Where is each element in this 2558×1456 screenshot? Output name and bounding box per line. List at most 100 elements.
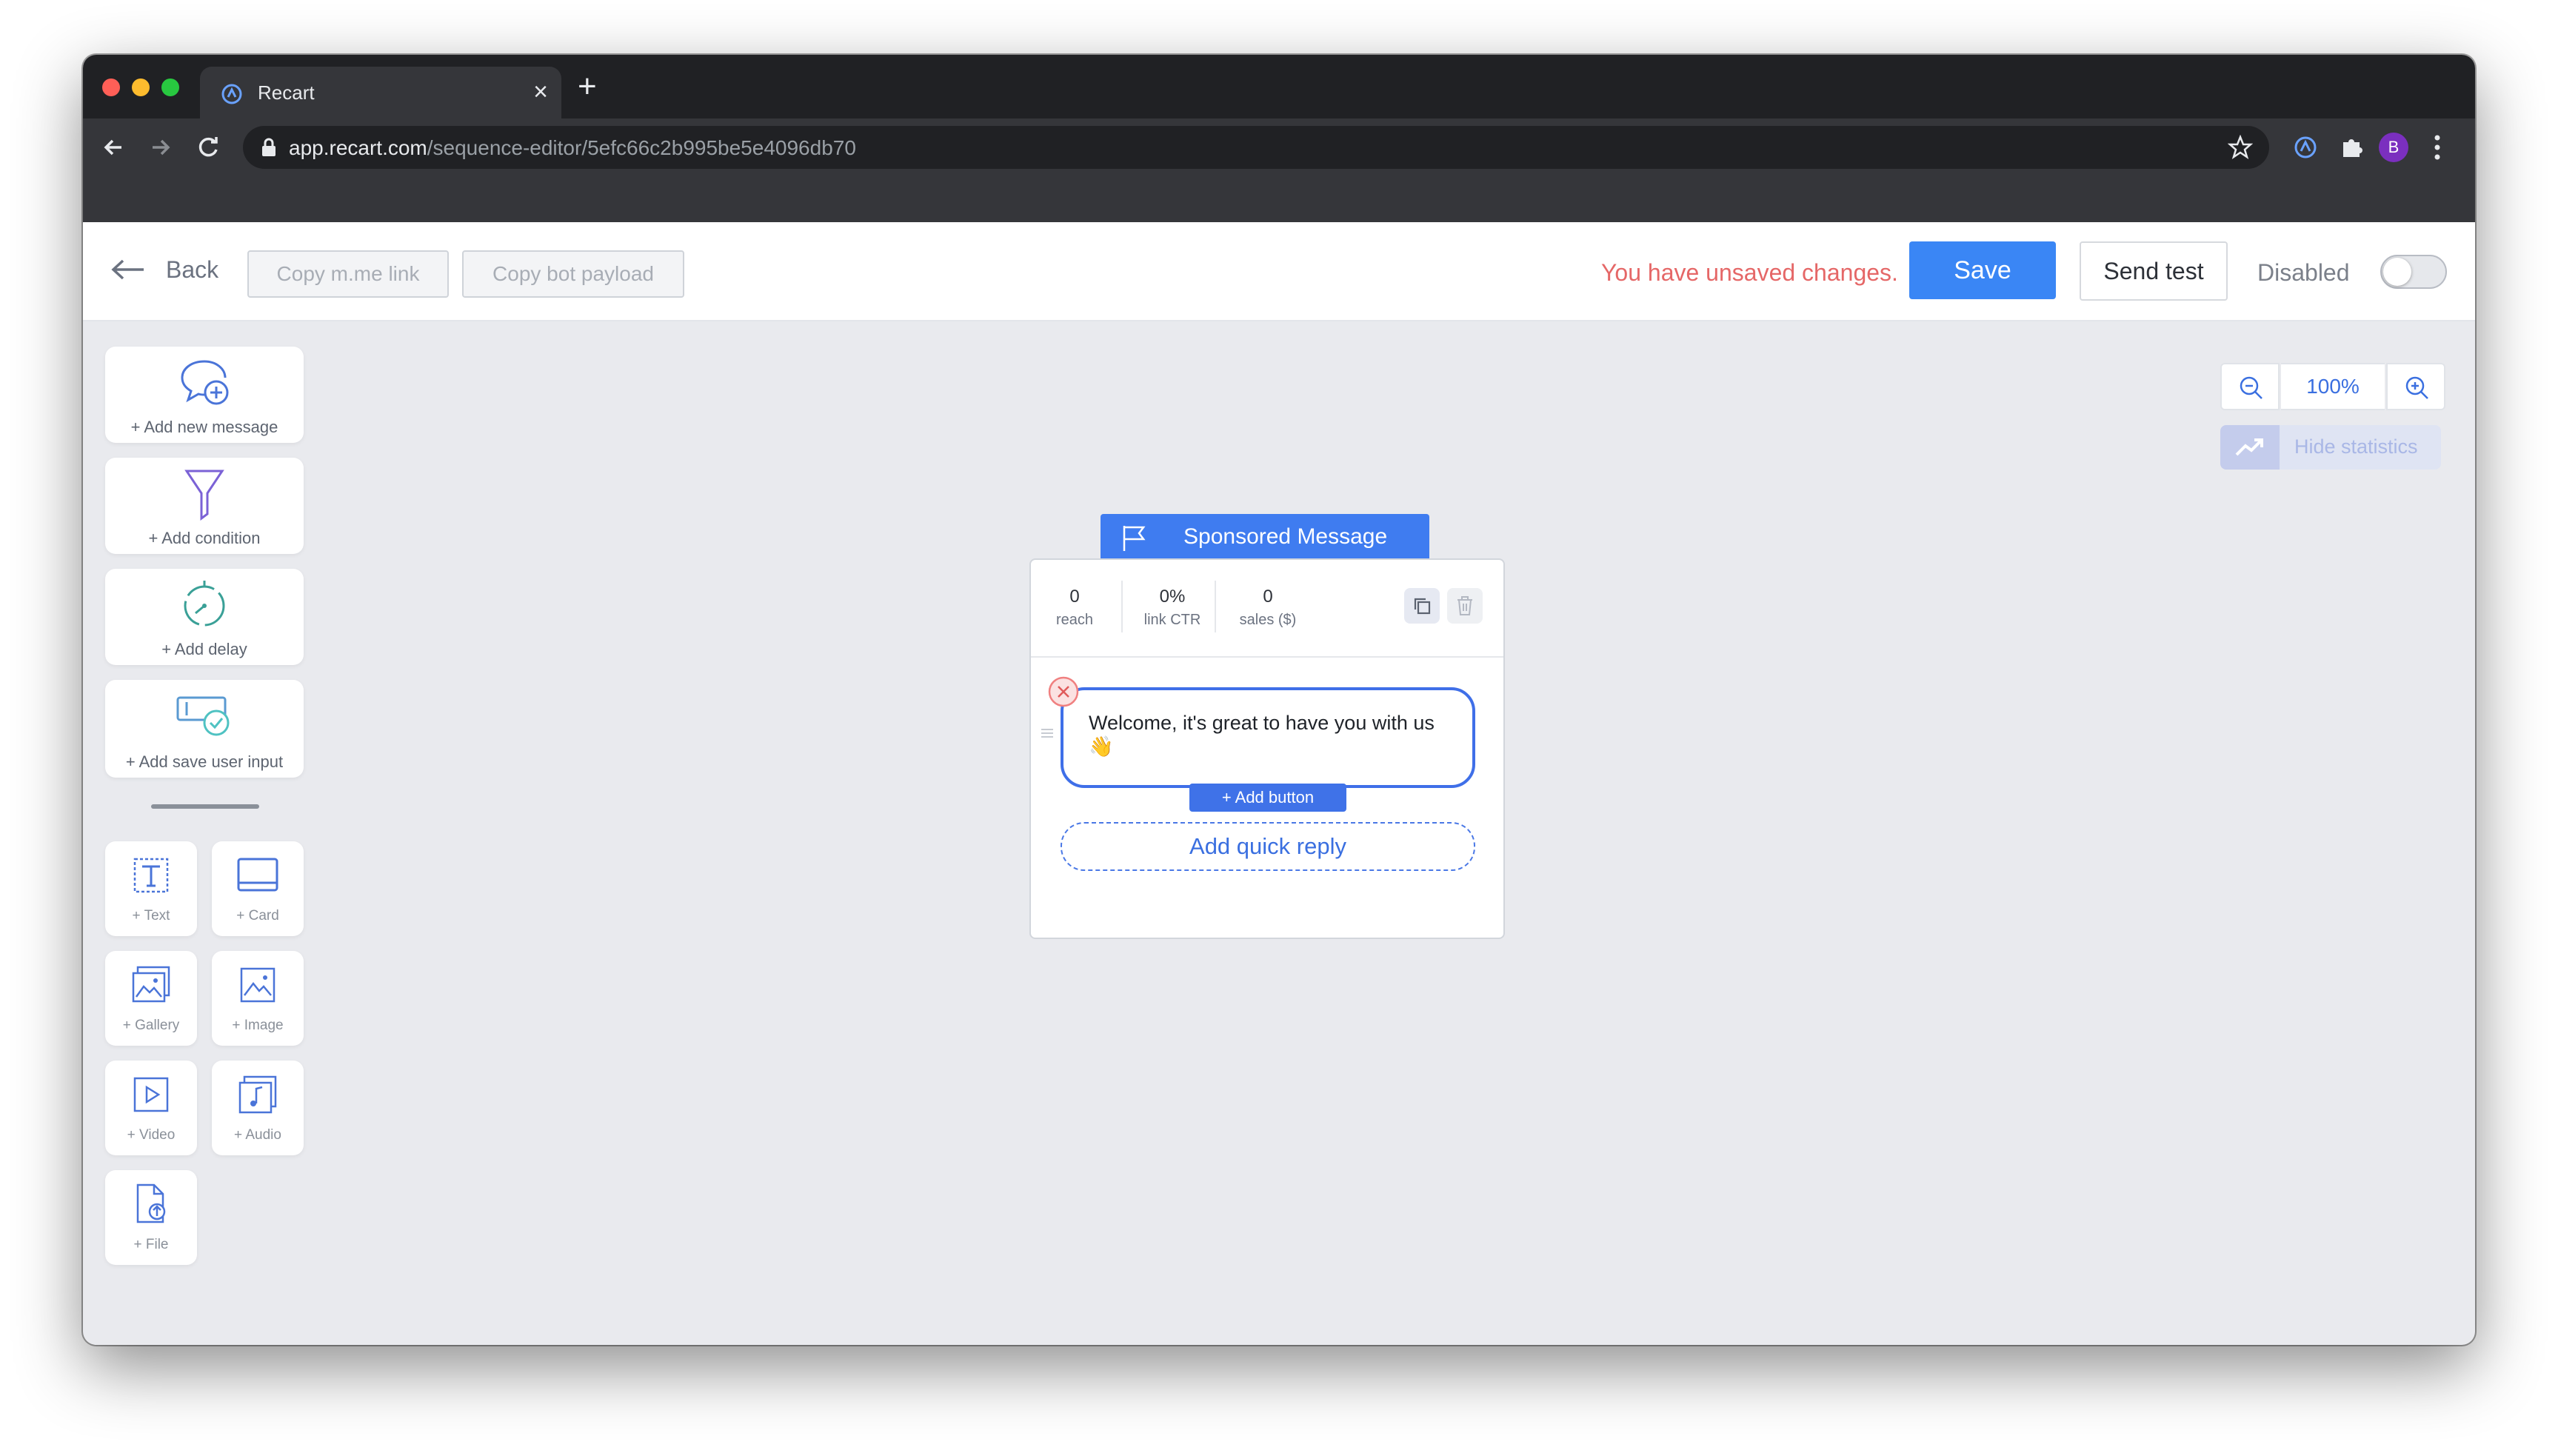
minimize-window-button[interactable] <box>132 79 150 96</box>
add-audio-button[interactable]: + Audio <box>212 1061 304 1155</box>
stat-link-ctr: 0% link CTR <box>1132 587 1213 629</box>
stat-sales-label: sales ($) <box>1239 612 1297 628</box>
add-condition-button[interactable]: + Add condition <box>105 458 304 554</box>
card-icon <box>237 858 278 892</box>
add-save-user-input-button[interactable]: + Add save user input <box>105 680 304 778</box>
copy-icon <box>1414 598 1431 615</box>
drag-handle-icon[interactable] <box>1040 727 1055 739</box>
close-window-button[interactable] <box>102 79 120 96</box>
browser-menu-icon[interactable] <box>2432 132 2442 163</box>
recart-favicon-icon <box>221 84 242 104</box>
url-path: /sequence-editor/5efc66c2b995be5e4096db7… <box>427 136 856 159</box>
zoom-out-button[interactable] <box>2220 363 2280 410</box>
message-card: 0 reach 0% link CTR 0 sales ($) Welcome,… <box>1029 558 1505 939</box>
message-card-header[interactable]: Sponsored Message <box>1101 514 1429 563</box>
stat-sales: 0 sales ($) <box>1223 587 1312 629</box>
maximize-window-button[interactable] <box>161 79 179 96</box>
send-test-button[interactable]: Send test <box>2080 241 2228 301</box>
status-label: Disabled <box>2257 259 2350 286</box>
zoom-level: 100% <box>2281 363 2385 410</box>
message-text-bubble[interactable]: Welcome, it's great to have you with us … <box>1061 687 1475 788</box>
remove-message-icon[interactable] <box>1047 675 1080 708</box>
stat-link-ctr-value: 0% <box>1159 587 1186 607</box>
recart-extension-icon[interactable] <box>2291 133 2320 161</box>
add-delay-label: + Add delay <box>161 640 247 658</box>
card-divider <box>1031 656 1503 658</box>
add-text-button[interactable]: + Text <box>105 841 197 936</box>
chat-plus-icon <box>181 360 229 405</box>
add-image-button[interactable]: + Image <box>212 951 304 1046</box>
stat-reach: 0 reach <box>1050 587 1099 629</box>
hide-statistics-label: Hide statistics <box>2294 435 2418 458</box>
profile-avatar[interactable]: B <box>2379 133 2408 162</box>
zoom-in-button[interactable] <box>2386 363 2445 410</box>
bookmark-star-icon[interactable] <box>2228 135 2253 160</box>
add-condition-label: + Add condition <box>148 529 261 547</box>
add-file-label: + File <box>133 1237 169 1252</box>
zoom-controls: 100% <box>2220 363 2445 410</box>
text-icon <box>133 858 169 893</box>
extensions-puzzle-icon[interactable] <box>2337 133 2365 161</box>
input-check-icon <box>176 696 230 736</box>
add-file-button[interactable]: + File <box>105 1170 197 1265</box>
timer-icon <box>184 581 225 627</box>
back-label: Back <box>166 256 219 283</box>
add-gallery-button[interactable]: + Gallery <box>105 951 197 1046</box>
url-text: app.recart.com/sequence-editor/5efc66c2b… <box>289 136 856 160</box>
url-host: app.recart.com <box>289 136 427 159</box>
tab-title: Recart <box>258 81 315 104</box>
back-arrow-icon[interactable] <box>99 133 127 161</box>
delete-button[interactable] <box>1447 588 1483 624</box>
zoom-in-icon <box>2405 376 2428 399</box>
funnel-icon <box>184 470 224 521</box>
stat-separator <box>1215 581 1216 632</box>
add-delay-button[interactable]: + Add delay <box>105 569 304 665</box>
file-upload-icon <box>136 1183 166 1223</box>
audio-icon <box>238 1075 277 1114</box>
gallery-icon <box>132 966 170 1003</box>
lock-icon <box>262 138 275 156</box>
enable-toggle[interactable] <box>2380 255 2447 289</box>
zoom-out-icon <box>2240 376 2263 399</box>
stat-reach-label: reach <box>1055 612 1094 628</box>
forward-arrow-icon[interactable] <box>147 133 175 161</box>
message-card-title: Sponsored Message <box>1183 524 1388 549</box>
browser-tab[interactable]: Recart × <box>200 67 561 118</box>
stat-link-ctr-label: link CTR <box>1143 612 1201 628</box>
add-new-message-button[interactable]: + Add new message <box>105 347 304 443</box>
save-button[interactable]: Save <box>1909 241 2056 299</box>
stat-reach-value: 0 <box>1069 587 1080 607</box>
new-tab-button[interactable]: + <box>578 70 597 104</box>
add-save-user-input-label: + Add save user input <box>125 752 284 771</box>
message-text[interactable]: Welcome, it's great to have you with us … <box>1089 711 1452 758</box>
copy-mme-link-button[interactable]: Copy m.me link <box>247 250 449 298</box>
video-icon <box>133 1077 169 1112</box>
add-image-label: + Image <box>232 1018 284 1033</box>
duplicate-button[interactable] <box>1404 588 1440 624</box>
add-text-label: + Text <box>132 908 170 924</box>
browser-window: Recart × + app.recart.com/sequence-edito… <box>83 55 2475 1345</box>
flag-icon <box>1123 526 1146 551</box>
copy-bot-payload-button[interactable]: Copy bot payload <box>462 250 684 298</box>
tab-close-icon[interactable]: × <box>533 77 548 107</box>
add-button-button[interactable]: + Add button <box>1189 784 1346 812</box>
add-quick-reply-button[interactable]: Add quick reply <box>1061 822 1475 871</box>
add-audio-label: + Audio <box>234 1127 281 1143</box>
bookmarks-bar <box>83 176 2475 222</box>
palette-divider <box>151 804 259 809</box>
toggle-knob <box>2383 258 2411 286</box>
browser-tab-bar: Recart × + <box>83 55 2475 118</box>
hide-statistics-button[interactable]: Hide statistics <box>2220 425 2441 470</box>
stat-separator <box>1121 581 1123 632</box>
back-arrow-icon <box>111 259 144 280</box>
browser-toolbar: app.recart.com/sequence-editor/5efc66c2b… <box>83 118 2475 176</box>
address-bar[interactable]: app.recart.com/sequence-editor/5efc66c2b… <box>243 126 2269 169</box>
editor-header: Back Copy m.me link Copy bot payload You… <box>83 222 2475 321</box>
trash-icon <box>1457 596 1472 615</box>
add-card-button[interactable]: + Card <box>212 841 304 936</box>
reload-icon[interactable] <box>194 133 222 161</box>
trend-up-icon <box>2220 425 2280 470</box>
add-video-label: + Video <box>127 1127 176 1143</box>
add-gallery-label: + Gallery <box>122 1018 180 1033</box>
add-video-button[interactable]: + Video <box>105 1061 197 1155</box>
